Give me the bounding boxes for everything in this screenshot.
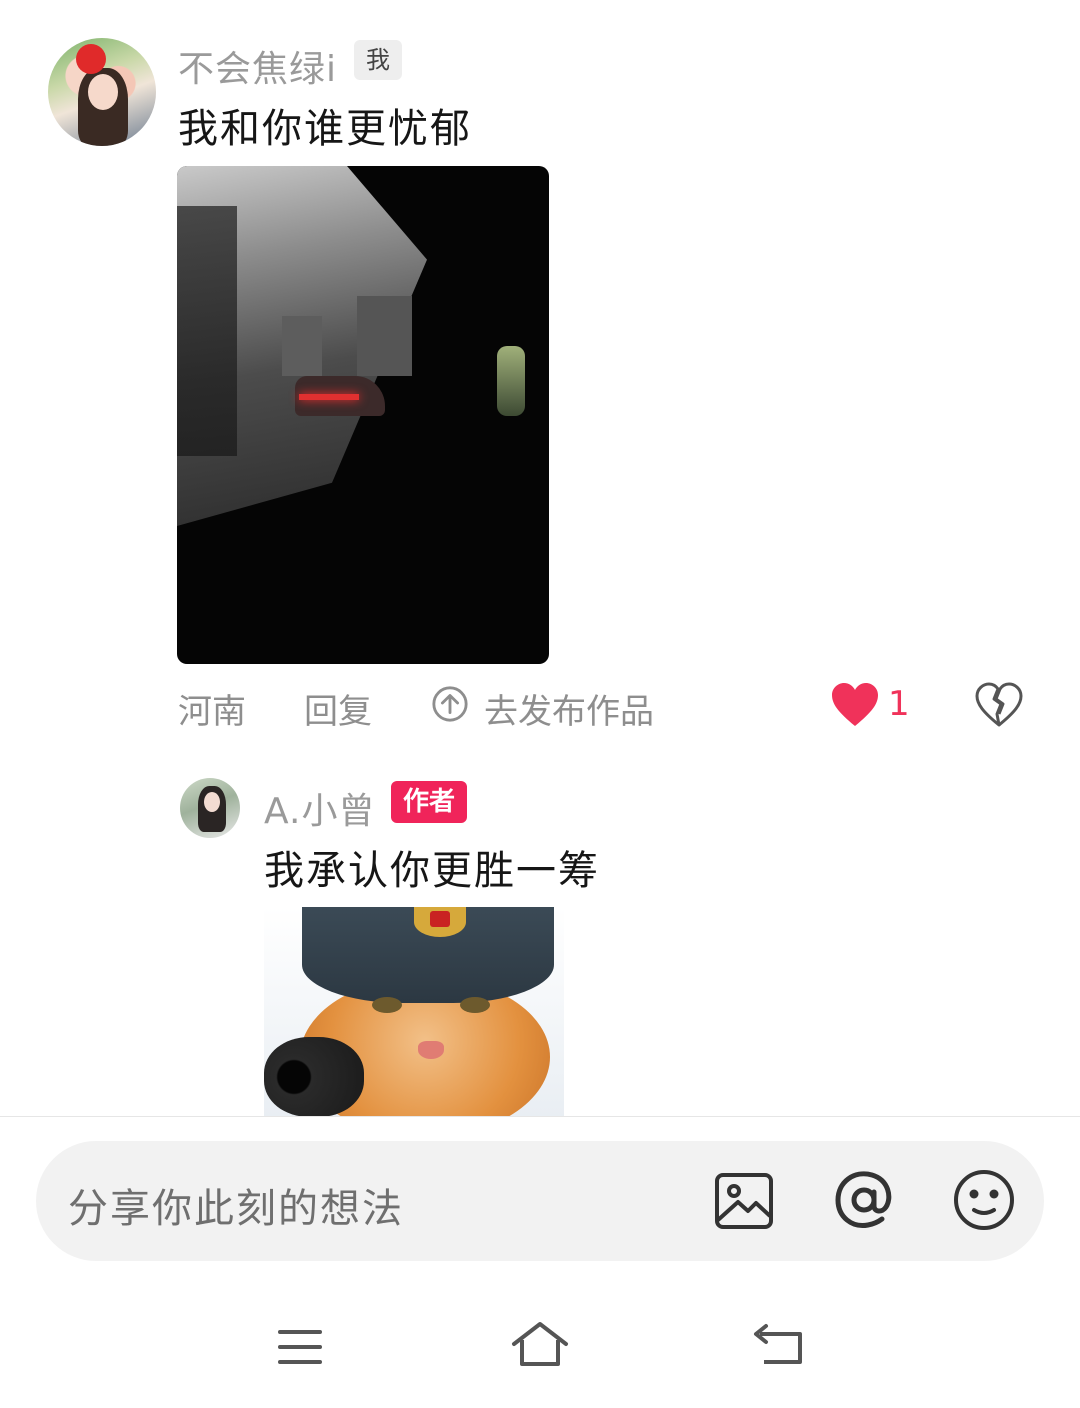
heart-icon[interactable] bbox=[830, 682, 880, 728]
emoji-icon[interactable] bbox=[952, 1168, 1016, 1232]
back-icon[interactable] bbox=[752, 1322, 808, 1368]
menu-icon[interactable] bbox=[276, 1326, 324, 1368]
image-icon[interactable] bbox=[712, 1170, 776, 1232]
comment-region: 河南 bbox=[178, 692, 246, 732]
home-icon[interactable] bbox=[510, 1320, 570, 1370]
comment-input-placeholder[interactable]: 分享你此刻的想法 bbox=[68, 1176, 404, 1234]
broken-heart-icon[interactable] bbox=[974, 682, 1024, 728]
reply-button[interactable]: 回复 bbox=[304, 684, 372, 733]
comment-text: 我和你谁更忧郁 bbox=[178, 106, 472, 152]
divider bbox=[0, 1116, 1080, 1117]
author-badge: 作者 bbox=[391, 781, 468, 823]
comment-username[interactable]: 不会焦绿i bbox=[178, 40, 337, 92]
reply-text: 我承认你更胜一筹 bbox=[264, 848, 600, 894]
avatar[interactable] bbox=[48, 38, 156, 146]
reply-username[interactable]: A.小曾 bbox=[264, 782, 375, 834]
publish-work-button[interactable]: 去发布作品 bbox=[484, 684, 654, 733]
at-icon[interactable] bbox=[832, 1168, 896, 1232]
upload-circle-icon[interactable] bbox=[431, 685, 469, 723]
reply-avatar[interactable] bbox=[180, 778, 240, 838]
comment-image[interactable] bbox=[177, 166, 549, 664]
like-count: 1 bbox=[888, 684, 910, 724]
reply-image[interactable] bbox=[264, 907, 564, 1117]
self-badge: 我 bbox=[354, 40, 402, 80]
